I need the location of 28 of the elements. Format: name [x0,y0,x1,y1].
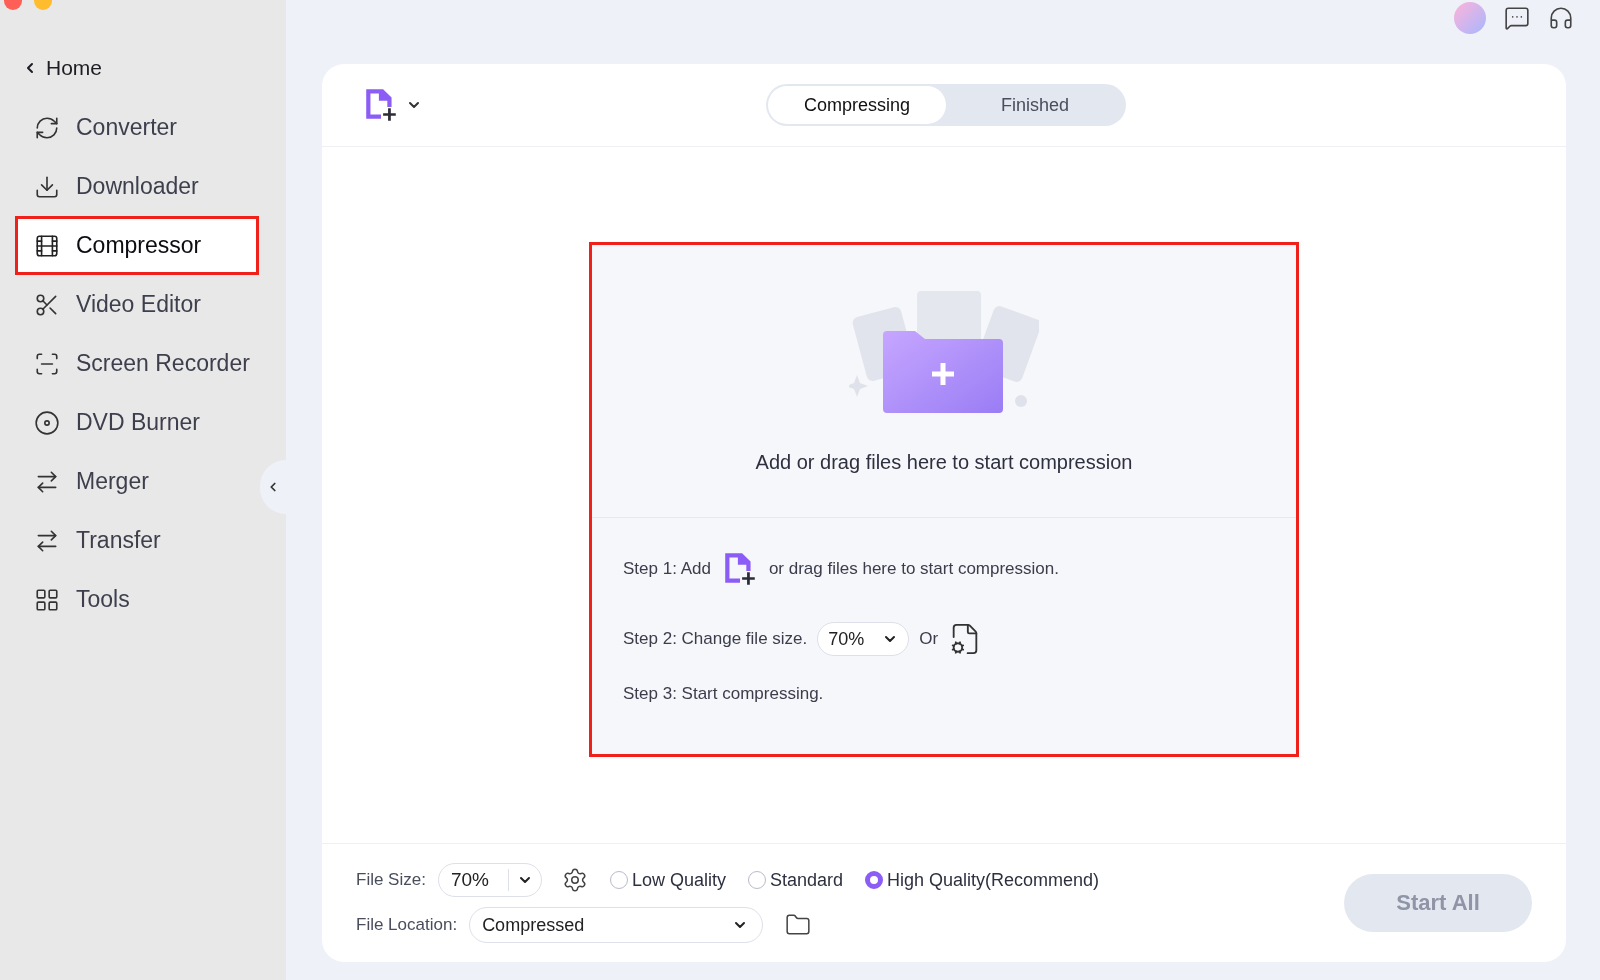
step-text: Step 1: Add [623,559,711,579]
drop-zone[interactable]: Add or drag files here to start compression Step 1: Add or drag files here to start compression. Step 2: Change file size. 70% Or Step 3: Start compressing. [589,242,1299,757]
file-size-select[interactable]: 70% [817,622,910,656]
drop-prompt: Add or drag files here to start compression [755,451,1133,474]
sidebar-item[interactable]: DVD Burner [15,393,259,452]
step-text: Step 2: Change file size. [623,629,808,649]
sidebar-item[interactable]: Transfer [15,511,259,570]
sidebar-item[interactable]: Video Editor [15,275,259,334]
tab[interactable]: Compressing [768,86,946,124]
sidebar-item[interactable]: Converter [15,98,259,157]
step-text: Step 3: Start compressing. [623,684,824,704]
quality-option[interactable]: High Quality(Recommend) [865,869,1100,891]
settings-icon[interactable] [561,867,588,893]
or-text: Or [919,629,939,649]
chat-icon[interactable] [1504,5,1530,31]
sidebar-item[interactable]: Tools [15,570,259,629]
quality-option[interactable]: Low Quality [609,869,726,891]
sidebar-item[interactable]: Compressor [15,216,259,275]
quality-option[interactable]: Standard [747,869,844,891]
step-text: or drag files here to start compression. [768,559,1059,579]
sidebar-item[interactable]: Merger [15,452,259,511]
file-size-label: File Size: [356,870,426,890]
tab[interactable]: Finished [946,86,1124,124]
home-back-link[interactable]: Home [22,56,286,80]
file-location-label: File Location: [356,915,458,935]
headset-icon[interactable] [1548,5,1574,31]
sidebar-item[interactable]: Screen Recorder [15,334,259,393]
sidebar-item[interactable]: Downloader [15,157,259,216]
